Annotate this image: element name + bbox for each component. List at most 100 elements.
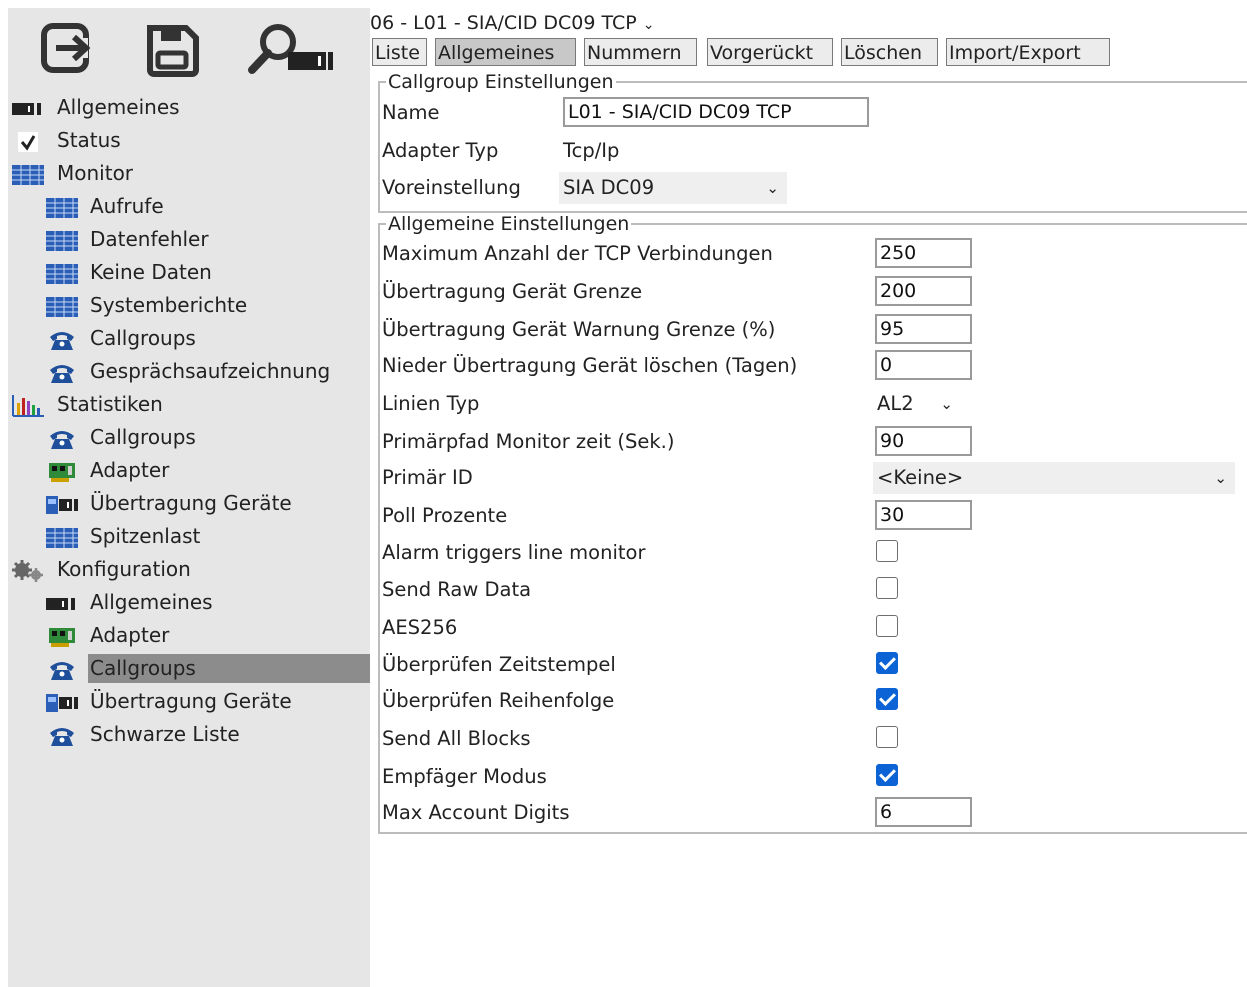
tab-import-export[interactable]: Import/Export	[946, 38, 1110, 66]
callgroup-title: 06 - L01 - SIA/CID DC09 TCP	[370, 12, 637, 34]
device-icon	[46, 592, 78, 614]
nav-konfig-allgemeines[interactable]: Allgemeines	[8, 586, 370, 619]
primary-id-label: Primär ID	[382, 466, 473, 489]
send-all-blocks-label: Send All Blocks	[382, 727, 531, 750]
preset-label: Voreinstellung	[382, 176, 521, 199]
check-timestamp-checkbox[interactable]	[876, 652, 898, 674]
max-account-digits-label: Max Account Digits	[382, 801, 570, 824]
save-icon	[147, 25, 199, 77]
nav-konfig-uebertragung-geraete[interactable]: Übertragung Geräte	[8, 685, 370, 718]
nav-keine-daten[interactable]: Keine Daten	[8, 256, 370, 289]
tab-nummern[interactable]: Nummern	[584, 38, 697, 66]
transmitter-icon	[46, 691, 78, 713]
search-device-button[interactable]	[244, 20, 344, 78]
general-settings-legend: Allgemeine Einstellungen	[388, 213, 630, 235]
nav-statistiken[interactable]: Statistiken	[8, 388, 370, 421]
aes256-checkbox[interactable]	[876, 615, 898, 637]
nav-aufrufe[interactable]: Aufrufe	[8, 190, 370, 223]
monitor-grid-icon	[46, 196, 82, 218]
toolbar	[8, 8, 370, 92]
preset-select[interactable]: SIA DC09 ⌄	[559, 172, 787, 204]
logout-icon	[41, 23, 91, 73]
nav-allgemeines[interactable]: Allgemeines	[8, 91, 370, 124]
receiver-mode-checkbox[interactable]	[876, 764, 898, 786]
primary-path-input[interactable]	[875, 426, 972, 456]
nav-gespraechsaufzeichnung[interactable]: Gesprächsaufzeichnung	[8, 355, 370, 388]
tab-loeschen[interactable]: Löschen	[841, 38, 938, 66]
chevron-down-icon: ⌄	[940, 395, 953, 413]
monitor-grid-icon	[12, 163, 48, 185]
check-sequence-label: Überprüfen Reihenfolge	[382, 689, 615, 712]
nav-konfiguration[interactable]: Konfiguration	[8, 553, 370, 586]
monitor-grid-icon	[46, 295, 82, 317]
chevron-down-icon: ⌄	[1214, 469, 1227, 487]
adapter-type-label: Adapter Typ	[382, 139, 499, 162]
telephone-icon	[46, 361, 78, 383]
device-warning-input[interactable]	[875, 314, 972, 344]
tab-allgemeines[interactable]: Allgemeines	[435, 38, 576, 66]
receiver-mode-label: Empfäger Modus	[382, 765, 547, 788]
alarm-triggers-label: Alarm triggers line monitor	[382, 541, 646, 564]
tab-vorgerueckt[interactable]: Vorgerückt	[707, 38, 833, 66]
nav-statistik-uebertragung-geraete[interactable]: Übertragung Geräte	[8, 487, 370, 520]
telephone-icon	[46, 658, 78, 680]
device-warning-label: Übertragung Gerät Warnung Grenze (%)	[382, 318, 776, 341]
delete-low-input[interactable]	[875, 350, 972, 380]
callgroup-settings-legend: Callgroup Einstellungen	[388, 71, 614, 93]
primary-id-select[interactable]: <Keine> ⌄	[873, 462, 1235, 494]
nav-konfig-adapter[interactable]: Adapter	[8, 619, 370, 652]
line-type-label: Linien Typ	[382, 392, 480, 415]
adapter-card-icon	[46, 460, 78, 482]
chevron-down-icon: ⌄	[642, 17, 655, 33]
check-sequence-checkbox[interactable]	[876, 688, 898, 710]
nav-statistik-adapter[interactable]: Adapter	[8, 454, 370, 487]
adapter-card-icon	[46, 625, 78, 647]
name-input[interactable]	[563, 97, 869, 127]
primary-id-value: <Keine>	[877, 466, 964, 489]
telephone-icon	[46, 724, 78, 746]
nav-monitor[interactable]: Monitor	[8, 157, 370, 190]
send-all-blocks-checkbox[interactable]	[876, 726, 898, 748]
device-icon	[12, 97, 44, 119]
delete-low-label: Nieder Übertragung Gerät löschen (Tagen)	[382, 354, 798, 377]
telephone-icon	[46, 427, 78, 449]
max-tcp-label: Maximum Anzahl der TCP Verbindungen	[382, 242, 773, 265]
nav-konfig-callgroups[interactable]: Callgroups	[8, 652, 370, 685]
nav-monitor-callgroups[interactable]: Callgroups	[8, 322, 370, 355]
adapter-type-value: Tcp/Ip	[563, 139, 620, 162]
nav-spitzenlast[interactable]: Spitzenlast	[8, 520, 370, 553]
poll-percent-label: Poll Prozente	[382, 504, 508, 527]
monitor-grid-icon	[46, 526, 82, 548]
bar-chart-icon	[12, 394, 46, 417]
max-tcp-input[interactable]	[875, 238, 972, 268]
alarm-triggers-checkbox[interactable]	[876, 540, 898, 562]
max-account-digits-input[interactable]	[875, 797, 972, 827]
nav-systemberichte[interactable]: Systemberichte	[8, 289, 370, 322]
checkmark-icon	[12, 130, 44, 152]
nav-status[interactable]: Status	[8, 124, 370, 157]
sidebar: Allgemeines Status Monitor Aufrufe Daten…	[8, 8, 370, 987]
search-device-icon	[248, 24, 333, 74]
line-type-value: AL2	[877, 392, 914, 415]
telephone-icon	[46, 328, 78, 350]
monitor-grid-icon	[46, 229, 82, 251]
line-type-select[interactable]: AL2 ⌄	[873, 388, 961, 420]
transmitter-icon	[46, 493, 78, 515]
aes256-label: AES256	[382, 616, 458, 639]
save-button[interactable]	[144, 20, 204, 78]
main-panel: 06 - L01 - SIA/CID DC09 TCP ⌄ Liste Allge…	[370, 8, 1247, 987]
nav-schwarze-liste[interactable]: Schwarze Liste	[8, 718, 370, 751]
poll-percent-input[interactable]	[875, 500, 972, 530]
nav-statistik-callgroups[interactable]: Callgroups	[8, 421, 370, 454]
device-limit-input[interactable]	[875, 276, 972, 306]
device-limit-label: Übertragung Gerät Grenze	[382, 280, 643, 303]
preset-value: SIA DC09	[563, 176, 655, 199]
chevron-down-icon: ⌄	[766, 179, 779, 197]
callgroup-selector[interactable]: 06 - L01 - SIA/CID DC09 TCP ⌄	[370, 10, 654, 36]
nav-datenfehler[interactable]: Datenfehler	[8, 223, 370, 256]
tab-liste[interactable]: Liste	[372, 38, 427, 66]
gears-icon	[12, 559, 44, 582]
send-raw-checkbox[interactable]	[876, 577, 898, 599]
primary-path-label: Primärpfad Monitor zeit (Sek.)	[382, 430, 675, 453]
logout-button[interactable]	[38, 20, 98, 78]
